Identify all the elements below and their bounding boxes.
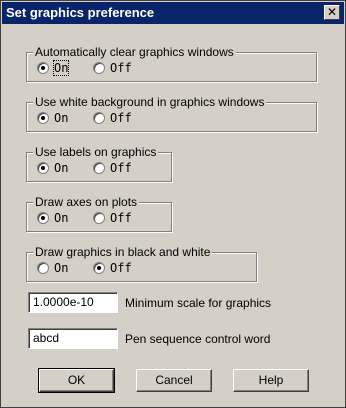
title-bar[interactable]: Set graphics preference ✕ [2, 2, 344, 24]
set-graphics-preference-dialog: Set graphics preference ✕ Automatically … [0, 0, 346, 408]
radio-auto-clear-on-circle[interactable] [37, 62, 49, 74]
pen-sequence-input[interactable]: abcd [28, 328, 118, 349]
group-use-labels: Use labels on graphics On Off [26, 145, 172, 182]
group-use-labels-label: Use labels on graphics [33, 145, 159, 159]
radio-white-background-off-label[interactable]: Off [110, 111, 132, 125]
radio-black-white-off-label[interactable]: Off [110, 261, 132, 275]
group-draw-axes-label: Draw axes on plots [33, 195, 140, 209]
radio-white-background-off-circle[interactable] [93, 112, 105, 124]
radio-use-labels-on-label[interactable]: On [54, 161, 68, 175]
radio-draw-axes-on-circle[interactable] [37, 212, 49, 224]
radio-white-background-on-label[interactable]: On [54, 111, 68, 125]
minimum-scale-input[interactable]: 1.0000e-10 [28, 292, 118, 313]
group-black-white-label: Draw graphics in black and white [33, 245, 213, 259]
close-icon[interactable]: ✕ [324, 5, 340, 20]
group-auto-clear: Automatically clear graphics windows On … [26, 45, 317, 82]
radio-black-white-on-label[interactable]: On [54, 261, 68, 275]
radio-black-white-off-circle[interactable] [93, 262, 105, 274]
radio-draw-axes-on-label[interactable]: On [54, 211, 68, 225]
radio-use-labels-off-label[interactable]: Off [110, 161, 132, 175]
radio-use-labels-off-circle[interactable] [93, 162, 105, 174]
radio-white-background-on-circle[interactable] [37, 112, 49, 124]
radio-black-white-on-circle[interactable] [37, 262, 49, 274]
radio-auto-clear-off-circle[interactable] [93, 62, 105, 74]
radio-auto-clear-on-label[interactable]: On [52, 60, 70, 76]
group-black-white: Draw graphics in black and white On Off [26, 245, 257, 282]
radio-use-labels-on-circle[interactable] [37, 162, 49, 174]
group-white-background: Use white background in graphics windows… [26, 95, 317, 132]
group-auto-clear-label: Automatically clear graphics windows [33, 45, 236, 59]
pen-sequence-label: Pen sequence control word [125, 332, 271, 346]
ok-button[interactable]: OK [38, 368, 115, 393]
cancel-button[interactable]: Cancel [136, 369, 212, 392]
window-title: Set graphics preference [6, 5, 155, 20]
radio-draw-axes-off-circle[interactable] [93, 212, 105, 224]
minimum-scale-label: Minimum scale for graphics [125, 296, 272, 310]
group-white-background-label: Use white background in graphics windows [33, 95, 267, 109]
radio-auto-clear-off-label[interactable]: Off [110, 61, 132, 75]
group-draw-axes: Draw axes on plots On Off [26, 195, 172, 232]
radio-draw-axes-off-label[interactable]: Off [110, 211, 132, 225]
help-button[interactable]: Help [233, 369, 309, 392]
